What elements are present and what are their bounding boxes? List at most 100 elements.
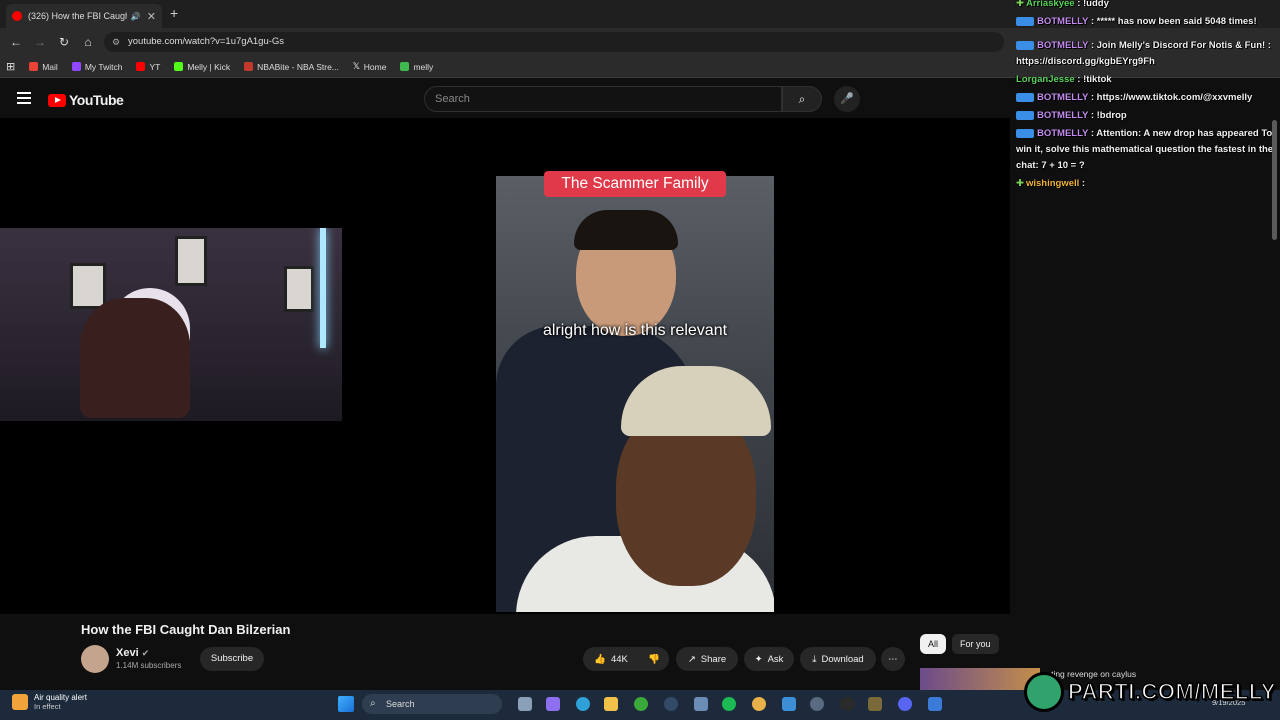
close-tab-icon[interactable]: ✕ bbox=[147, 10, 156, 23]
youtube-icon bbox=[136, 62, 146, 71]
subscriber-count: 1.14M subscribers bbox=[116, 661, 182, 670]
bookmark-label: Melly | Kick bbox=[187, 61, 231, 72]
webcam-overlay bbox=[0, 228, 342, 421]
youtube-favicon-icon bbox=[12, 11, 22, 21]
task-view-icon[interactable] bbox=[518, 697, 532, 711]
parti-watermark: PARTI.COM/MELLY bbox=[1024, 668, 1278, 716]
tab-title: (326) How the FBI Caught D bbox=[28, 11, 127, 21]
twitch-icon bbox=[71, 62, 81, 71]
apps-grid-icon[interactable]: ⊞ bbox=[6, 60, 15, 73]
video-frame[interactable] bbox=[496, 176, 774, 612]
bookmark-yt[interactable]: YT bbox=[136, 62, 160, 72]
streamer bbox=[80, 298, 190, 418]
store-icon[interactable] bbox=[694, 697, 708, 711]
file-explorer-icon[interactable] bbox=[604, 697, 618, 711]
back-arrow-icon[interactable]: ← bbox=[4, 35, 28, 49]
bookmark-twitch[interactable]: My Twitch bbox=[71, 61, 123, 72]
dislike-button[interactable]: 👎 bbox=[639, 647, 669, 671]
channel-name-text: Xevi bbox=[116, 647, 139, 659]
bookmark-label: YT bbox=[149, 61, 161, 72]
man-hair bbox=[574, 210, 678, 250]
url-text: youtube.com/watch?v=1u7gA1gu-Gs bbox=[128, 36, 285, 47]
microphone-icon[interactable]: 🎤 bbox=[834, 86, 860, 112]
copilot-icon[interactable] bbox=[546, 697, 560, 711]
taskbar-search[interactable]: ⌕ Search bbox=[362, 694, 502, 714]
weather-subtitle: In effect bbox=[34, 702, 61, 711]
new-tab-button[interactable]: + bbox=[170, 5, 178, 21]
like-button[interactable]: 👍 44K bbox=[583, 647, 639, 671]
bookmark-x-home[interactable]: 𝕏 Home bbox=[353, 61, 387, 72]
chip-all[interactable]: All bbox=[920, 634, 947, 654]
bookmark-kick[interactable]: Melly | Kick bbox=[174, 62, 230, 72]
subscribe-button[interactable]: Subscribe bbox=[200, 647, 264, 671]
bookmark-nbabite[interactable]: NBABite - NBA Stre... bbox=[244, 62, 339, 72]
plus-badge-icon: ✚ bbox=[1016, 0, 1024, 9]
ask-button[interactable]: ✦ Ask bbox=[744, 647, 794, 671]
app-icon[interactable] bbox=[868, 697, 882, 711]
chat-text: : ***** has now been said 5048 times! bbox=[1090, 16, 1257, 27]
more-actions-button[interactable]: ⋯ bbox=[881, 647, 905, 671]
chat-username: Arriaskyee bbox=[1025, 0, 1075, 9]
sparkle-icon: ✦ bbox=[754, 653, 763, 665]
spotify-icon[interactable] bbox=[722, 697, 736, 711]
chat-text: : https://www.tiktok.com/@xxvmelly bbox=[1090, 92, 1253, 103]
bookmark-melly[interactable]: melly bbox=[400, 62, 433, 72]
youtube-wordmark: YouTube bbox=[69, 92, 124, 108]
like-count: 44K bbox=[610, 653, 628, 665]
bot-badge-icon bbox=[1016, 110, 1034, 120]
chat-message: BOTMELLY : ***** has now been said 5048 … bbox=[1016, 14, 1278, 30]
chat-username: BOTMELLY bbox=[1037, 40, 1089, 51]
chat-username: BOTMELLY bbox=[1037, 128, 1089, 139]
stream-chat-overlay: ✚ Arriaskyee : !uddy BOTMELLY : ***** has… bbox=[1016, 0, 1278, 200]
windows-start-icon[interactable] bbox=[338, 696, 354, 712]
bot-badge-icon bbox=[1016, 16, 1034, 26]
channel-avatar[interactable] bbox=[81, 645, 109, 673]
chip-for-you[interactable]: For you bbox=[952, 634, 999, 654]
recommendation-chips: All For you bbox=[920, 634, 999, 654]
wall-poster bbox=[70, 263, 106, 309]
url-field[interactable]: ⚙ youtube.com/watch?v=1u7gA1gu-Gs bbox=[104, 32, 1004, 52]
browser-tab[interactable]: (326) How the FBI Caught D 🔊 ✕ bbox=[6, 4, 162, 28]
audio-icon[interactable]: 🔊 bbox=[131, 12, 141, 21]
app-icon[interactable] bbox=[928, 697, 942, 711]
download-icon: ⤓ bbox=[812, 653, 817, 665]
home-icon[interactable]: ⌂ bbox=[76, 35, 100, 49]
xbox-icon[interactable] bbox=[634, 697, 648, 711]
hamburger-menu-icon[interactable] bbox=[17, 92, 31, 104]
chat-username: wishingwell bbox=[1025, 178, 1080, 189]
download-label: Download bbox=[821, 653, 864, 665]
youtube-logo[interactable]: YouTube bbox=[48, 92, 124, 108]
edge-icon[interactable] bbox=[576, 697, 590, 711]
bot-badge-icon bbox=[1016, 92, 1034, 102]
chat-message: LorganJesse : !tiktok bbox=[1016, 72, 1278, 88]
chat-message: ✚ wishingwell : bbox=[1016, 176, 1278, 192]
plus-badge-icon: ✚ bbox=[1016, 178, 1024, 189]
bookmark-label: My Twitch bbox=[84, 61, 123, 72]
share-button[interactable]: ↗ Share bbox=[676, 647, 738, 671]
taskbar-search-label: Search bbox=[386, 699, 415, 709]
chat-username: BOTMELLY bbox=[1037, 92, 1089, 103]
chrome-icon[interactable] bbox=[752, 697, 766, 711]
search-input[interactable]: Search bbox=[424, 86, 782, 112]
ask-label: Ask bbox=[767, 653, 784, 665]
search-icon[interactable]: ⌕ bbox=[782, 86, 822, 112]
site-info-icon[interactable]: ⚙ bbox=[112, 32, 120, 52]
bookmark-mail[interactable]: Mail bbox=[29, 62, 58, 72]
steam-icon[interactable] bbox=[664, 697, 678, 711]
verified-icon: ✔ bbox=[141, 648, 150, 658]
page-scrollbar[interactable] bbox=[1272, 120, 1277, 240]
download-button[interactable]: ⤓ Download bbox=[800, 647, 876, 671]
reload-icon[interactable]: ↻ bbox=[52, 35, 76, 49]
forward-arrow-icon[interactable]: → bbox=[28, 35, 52, 49]
discord-icon[interactable] bbox=[898, 697, 912, 711]
share-icon: ↗ bbox=[687, 653, 696, 665]
obs-icon[interactable] bbox=[840, 697, 854, 711]
app-icon[interactable] bbox=[810, 697, 824, 711]
search-icon: ⌕ bbox=[370, 698, 376, 709]
channel-name[interactable]: Xevi ✔ bbox=[116, 647, 149, 659]
photos-icon[interactable] bbox=[782, 697, 796, 711]
bookmark-label: Home bbox=[363, 61, 387, 72]
weather-widget[interactable]: Air quality alert In effect bbox=[12, 693, 87, 711]
chat-message: BOTMELLY : !bdrop bbox=[1016, 108, 1278, 124]
recommended-thumbnail[interactable] bbox=[920, 668, 1040, 690]
